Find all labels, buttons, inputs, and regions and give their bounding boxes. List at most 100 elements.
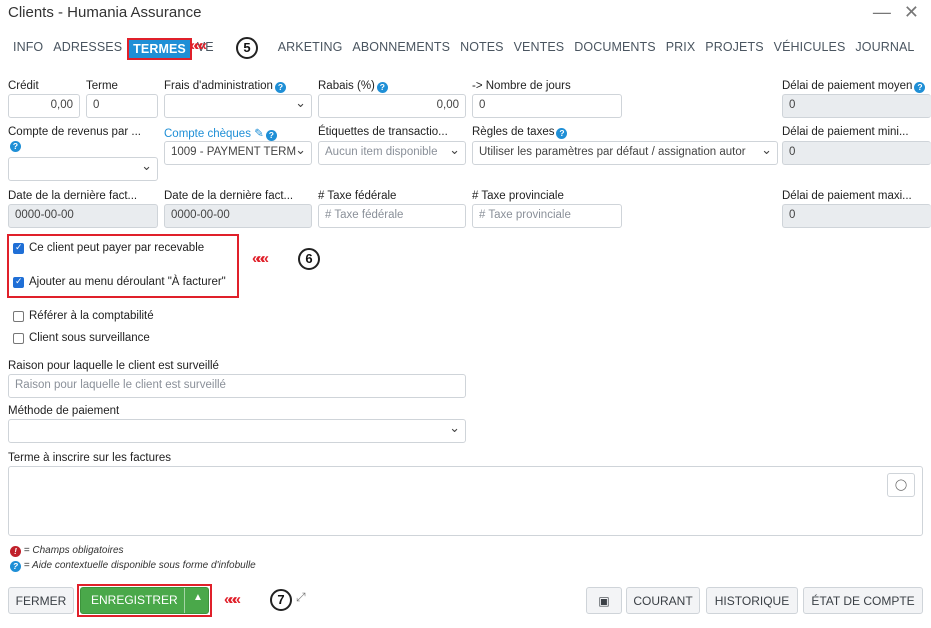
fermer-button[interactable]: FERMER xyxy=(8,587,74,614)
taxe-fed-label: # Taxe fédérale xyxy=(318,190,397,202)
credit-input[interactable]: 0,00 xyxy=(8,94,80,118)
tab-prix[interactable]: PRIX xyxy=(661,38,701,60)
historique-button[interactable]: HISTORIQUE xyxy=(706,587,798,614)
help-note: ? = Aide contextuelle disponible sous fo… xyxy=(8,560,256,572)
help-icon: ? xyxy=(10,561,21,572)
checkbox-unchecked-icon[interactable] xyxy=(13,310,24,322)
window-controls: — ✕ xyxy=(865,2,919,23)
raison-input[interactable]: Raison pour laquelle le client est surve… xyxy=(8,374,466,398)
help-icon[interactable]: ? xyxy=(914,82,926,93)
tab-ventes[interactable]: VENTES xyxy=(509,38,570,60)
tab-abonnements[interactable]: ABONNEMENTS xyxy=(347,38,455,60)
help-icon[interactable]: ? xyxy=(265,130,277,141)
raison-label: Raison pour laquelle le client est surve… xyxy=(8,360,219,372)
taxe-prov-label: # Taxe provinciale xyxy=(472,190,564,202)
enregistrer-button-group[interactable]: ENREGISTRER ▲ xyxy=(80,587,209,614)
required-note-text: = Champs obligatoires xyxy=(23,545,124,556)
tab-marketing[interactable]: ARKETING xyxy=(214,38,348,60)
delai-min-label: Délai de paiement mini... xyxy=(782,126,909,138)
terme-input[interactable]: 0 xyxy=(86,94,158,118)
methode-label: Méthode de paiement xyxy=(8,405,120,417)
frais-admin-label: Frais d'administration xyxy=(164,80,273,92)
caret-up-icon[interactable]: ▲ xyxy=(193,592,203,603)
minimize-icon[interactable]: — xyxy=(873,2,891,22)
help-icon[interactable]: ? xyxy=(274,82,286,93)
etat-compte-button[interactable]: ÉTAT DE COMPTE xyxy=(803,587,923,614)
etiquettes-select[interactable]: Aucun item disponible xyxy=(318,141,466,165)
taxe-prov-input[interactable]: # Taxe provinciale xyxy=(472,204,622,228)
delai-moyen-label: Délai de paiement moyen xyxy=(782,80,913,92)
frais-admin-label-wrap: Frais d'administration? xyxy=(164,80,286,93)
etiquettes-label: Étiquettes de transactio... xyxy=(318,126,448,138)
annotation-badge-6: 6 xyxy=(298,248,320,270)
compte-revenus-label: Compte de revenus par ... xyxy=(8,126,141,138)
required-note: ! = Champs obligatoires xyxy=(8,545,124,557)
annotation-arrows-5: ««« xyxy=(190,37,207,54)
compte-cheques-select[interactable]: 1009 - PAYMENT TERM xyxy=(164,141,312,165)
comment-icon[interactable]: ◯ xyxy=(887,473,915,497)
tab-info[interactable]: INFO xyxy=(8,38,48,60)
compte-cheques-label-wrap[interactable]: Compte chèques ✎? xyxy=(164,126,277,141)
frais-admin-select[interactable] xyxy=(164,94,312,118)
delai-max-input: 0 xyxy=(782,204,931,228)
credit-label: Crédit xyxy=(8,80,39,92)
checkbox-surveillance[interactable]: Client sous surveillance xyxy=(13,332,150,344)
tab-termes[interactable]: TERMES xyxy=(127,38,192,60)
enregistrer-button[interactable]: ENREGISTRER xyxy=(91,593,178,607)
tab-adresses[interactable]: ADRESSES xyxy=(48,38,127,60)
checkbox-comptabilite-label: Référer à la comptabilité xyxy=(29,310,154,322)
annotation-badge-5: 5 xyxy=(236,37,258,59)
tab-vehicules[interactable]: VÉHICULES xyxy=(769,38,851,60)
compte-revenus-select[interactable] xyxy=(8,157,158,181)
delai-moyen-input: 0 xyxy=(782,94,931,118)
courant-button[interactable]: COURANT xyxy=(626,587,700,614)
checkbox-a-facturer[interactable]: Ajouter au menu déroulant "À facturer" xyxy=(13,276,226,288)
divider xyxy=(184,588,185,613)
checkbox-recevable[interactable]: Ce client peut payer par recevable xyxy=(13,242,204,254)
taxe-fed-input[interactable]: # Taxe fédérale xyxy=(318,204,466,228)
regles-taxes-select[interactable]: Utiliser les paramètres par défaut / ass… xyxy=(472,141,778,165)
date-fact2-input: 0000-00-00 xyxy=(164,204,312,228)
checkbox-surveillance-label: Client sous surveillance xyxy=(29,332,150,344)
delai-moyen-label-wrap: Délai de paiement moyen? xyxy=(782,80,926,93)
date-fact1-input: 0000-00-00 xyxy=(8,204,158,228)
nb-jours-input[interactable]: 0 xyxy=(472,94,622,118)
compte-cheques-label[interactable]: Compte chèques xyxy=(164,128,251,140)
tab-bar: INFO ADRESSES TERMES VE ARKETING ABONNEM… xyxy=(0,38,919,60)
delai-max-label: Délai de paiement maxi... xyxy=(782,190,912,202)
tab-notes[interactable]: NOTES xyxy=(455,38,509,60)
tab-documents[interactable]: DOCUMENTS xyxy=(569,38,660,60)
checkbox-unchecked-icon[interactable] xyxy=(13,332,24,344)
expand-icon[interactable]: ⤢ xyxy=(296,590,306,605)
annotation-arrows-6: ««« xyxy=(252,250,269,267)
terme-factures-label: Terme à inscrire sur les factures xyxy=(8,452,171,464)
rabais-label-wrap: Rabais (%)? xyxy=(318,80,388,93)
rabais-input[interactable]: 0,00 xyxy=(318,94,466,118)
annotation-arrows-7: ««« xyxy=(224,591,241,608)
tab-projets[interactable]: PROJETS xyxy=(700,38,768,60)
window-title: Clients - Humania Assurance xyxy=(8,4,202,21)
regles-taxes-label-wrap: Règles de taxes? xyxy=(472,126,568,139)
date-fact1-label: Date de la dernière fact... xyxy=(8,190,138,202)
methode-select[interactable] xyxy=(8,419,466,443)
help-note-text: = Aide contextuelle disponible sous form… xyxy=(23,560,256,571)
cash-icon[interactable]: ▣ xyxy=(586,587,622,614)
terme-factures-textarea[interactable] xyxy=(8,466,923,536)
checkbox-comptabilite[interactable]: Référer à la comptabilité xyxy=(13,310,154,322)
checkbox-checked-icon[interactable] xyxy=(13,276,24,288)
edit-icon[interactable]: ✎ xyxy=(254,128,264,140)
tab-journal[interactable]: JOURNAL xyxy=(850,38,919,60)
checkbox-recevable-label: Ce client peut payer par recevable xyxy=(29,242,205,254)
nb-jours-label: -> Nombre de jours xyxy=(472,80,571,92)
help-icon[interactable]: ? xyxy=(556,128,568,139)
help-icon[interactable]: ? xyxy=(376,82,388,93)
required-icon: ! xyxy=(10,546,21,557)
close-icon[interactable]: ✕ xyxy=(904,2,919,22)
help-icon[interactable]: ? xyxy=(10,141,21,152)
checkbox-a-facturer-label: Ajouter au menu déroulant "À facturer" xyxy=(29,276,226,288)
annotation-badge-7: 7 xyxy=(270,589,292,611)
date-fact2-label: Date de la dernière fact... xyxy=(164,190,294,202)
regles-taxes-label: Règles de taxes xyxy=(472,126,555,138)
checkbox-checked-icon[interactable] xyxy=(13,242,24,254)
delai-min-input: 0 xyxy=(782,141,931,165)
